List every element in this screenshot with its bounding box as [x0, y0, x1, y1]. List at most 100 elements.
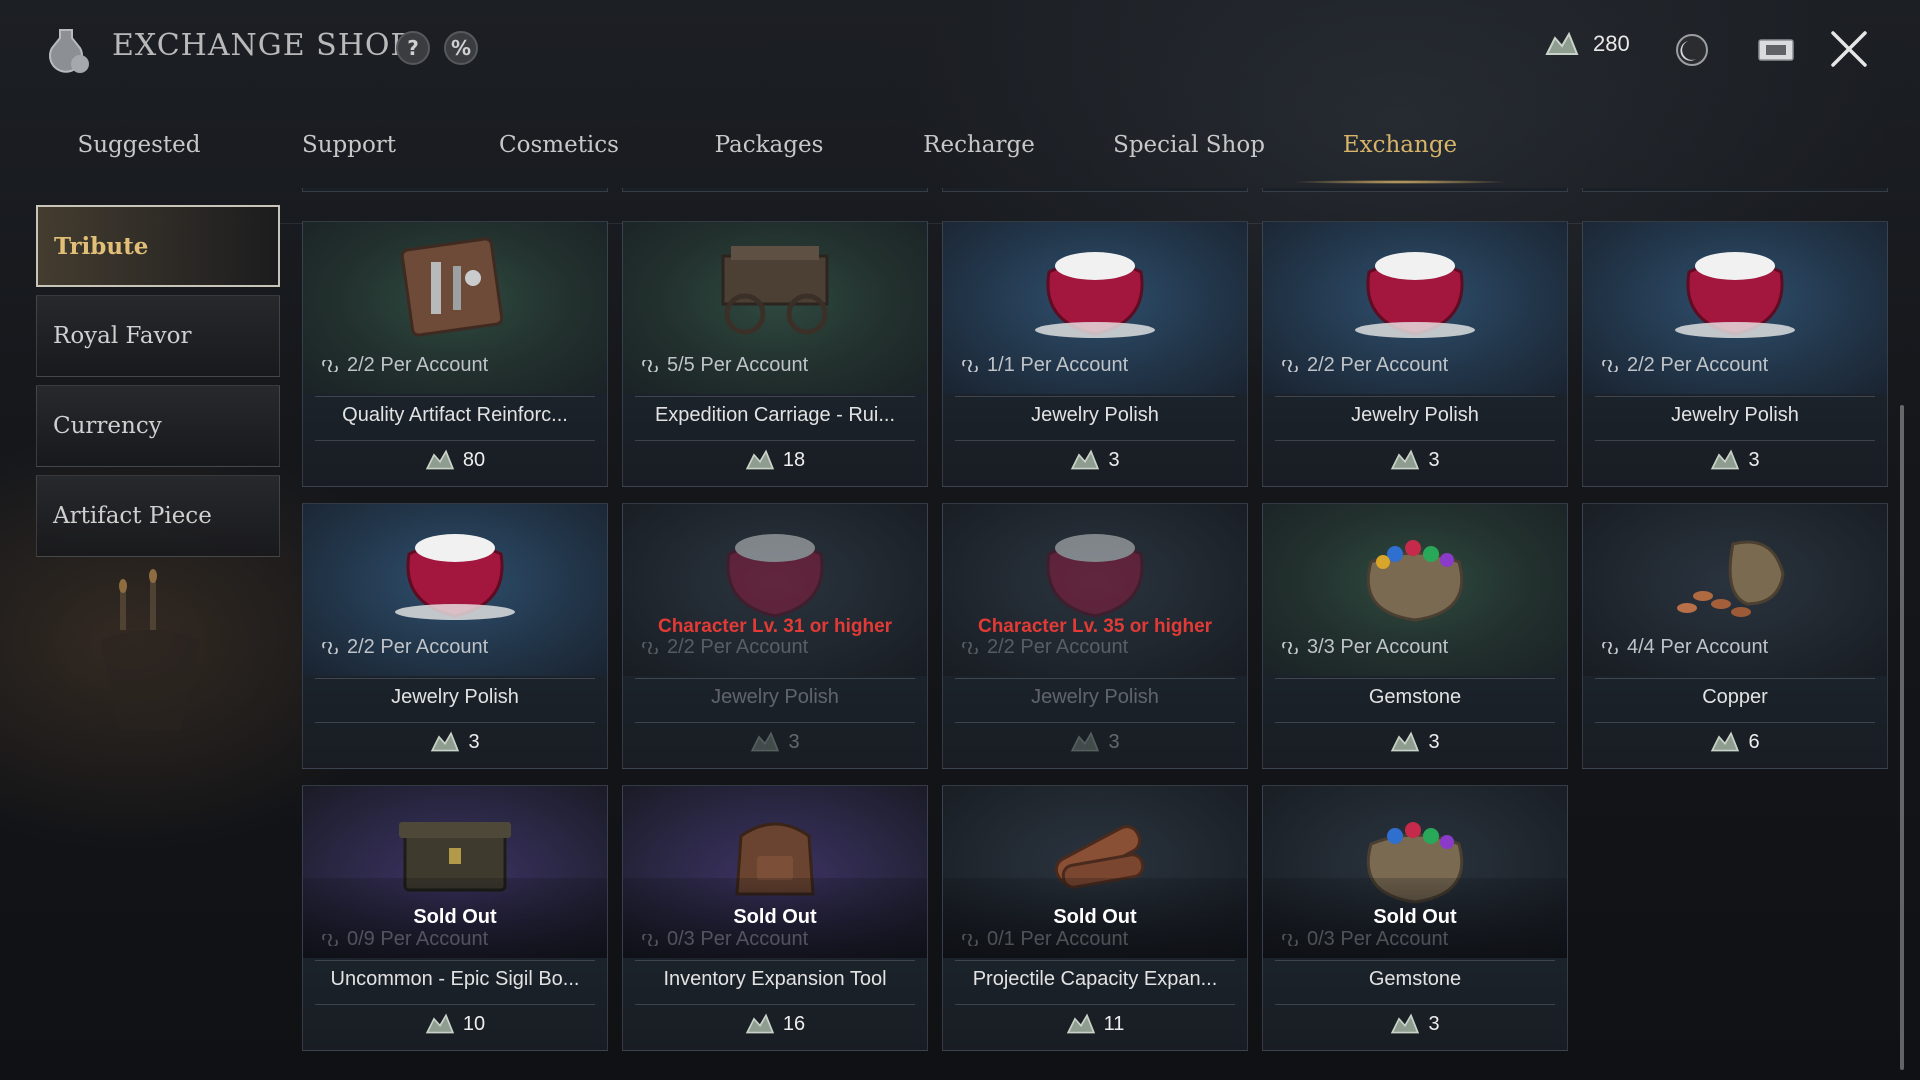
- purchase-limit: 3/3 Per Account: [1279, 636, 1448, 659]
- close-button[interactable]: [1826, 26, 1872, 72]
- sidebar-item-tribute[interactable]: Tribute: [36, 205, 280, 287]
- discount-button[interactable]: %: [444, 31, 478, 65]
- item-price: 18: [623, 448, 927, 472]
- item-name: Expedition Carriage - Rui...: [654, 404, 896, 426]
- infinity-icon: [962, 933, 978, 946]
- item-name: Jewelry Polish: [1031, 404, 1159, 426]
- item-price: 3: [943, 448, 1247, 472]
- item-name: Quality Artifact Reinforc...: [342, 404, 568, 426]
- item-name: Jewelry Polish: [1351, 404, 1479, 426]
- item-price: 3: [1263, 1012, 1567, 1036]
- tab-suggested[interactable]: Suggested: [77, 132, 200, 158]
- item-price: 3: [1583, 448, 1887, 472]
- infinity-icon: [322, 933, 338, 946]
- sidebar-item-artifact-piece[interactable]: Artifact Piece: [36, 475, 280, 557]
- tribute-coin-icon: [1066, 1013, 1095, 1034]
- item-price: 10: [303, 1012, 607, 1036]
- polish-bag-icon: [1675, 252, 1795, 338]
- quiver-icon: [1054, 825, 1145, 889]
- gem-sack-icon: [1366, 540, 1464, 622]
- tribute-coin-icon: [425, 449, 454, 470]
- shop-item-card-locked[interactable]: Character Lv. 35 or higher 2/2 Per Accou…: [942, 503, 1248, 769]
- currency-display: 280: [1545, 30, 1630, 58]
- tab-cosmetics[interactable]: Cosmetics: [499, 132, 619, 158]
- page-title: EXCHANGE SHOP: [112, 28, 412, 63]
- shop-item-card[interactable]: 2/2 Per Account Jewelry Polish 3: [302, 503, 608, 769]
- purchase-limit: 5/5 Per Account: [639, 354, 808, 377]
- shop-item-card-sold-out[interactable]: Sold Out 0/3 Per Account Gemstone 3: [1262, 785, 1568, 1051]
- shop-item-card[interactable]: 2/2 Per Account Jewelry Polish 3: [1582, 221, 1888, 487]
- shop-item-card-locked[interactable]: Character Lv. 31 or higher 2/2 Per Accou…: [622, 503, 928, 769]
- purchase-limit: 1/1 Per Account: [959, 354, 1128, 377]
- infinity-icon: [1602, 641, 1618, 654]
- item-price: 6: [1583, 730, 1887, 754]
- sold-out-label: Sold Out: [1373, 906, 1457, 928]
- tab-bar: Suggested Support Cosmetics Packages Rec…: [0, 118, 1920, 224]
- purchase-limit: 0/3 Per Account: [639, 928, 808, 951]
- previous-row-edge: [302, 188, 1894, 192]
- moon-coin-button[interactable]: [1672, 30, 1712, 70]
- level-requirement: Character Lv. 35 or higher: [977, 616, 1213, 637]
- tab-support[interactable]: Support: [302, 132, 396, 158]
- grid-scrollbar[interactable]: [1900, 405, 1904, 1070]
- polish-bag-icon: [395, 534, 515, 620]
- tab-recharge[interactable]: Recharge: [923, 132, 1035, 158]
- item-name: Copper: [1702, 686, 1768, 708]
- infinity-icon: [642, 359, 658, 372]
- shop-item-card[interactable]: 2/2 Per Account Quality Artifact Reinfor…: [302, 221, 608, 487]
- purchase-limit: 0/1 Per Account: [959, 928, 1128, 951]
- ticket-icon: [1758, 39, 1794, 61]
- item-price: 3: [623, 730, 927, 754]
- infinity-icon: [962, 359, 978, 372]
- shop-item-card-sold-out[interactable]: Sold Out 0/9 Per Account Uncommon - Epic…: [302, 785, 608, 1051]
- item-name: Inventory Expansion Tool: [663, 968, 887, 990]
- tab-special-shop[interactable]: Special Shop: [1113, 132, 1265, 158]
- active-tab-indicator: [1290, 180, 1510, 184]
- tab-packages[interactable]: Packages: [715, 132, 824, 158]
- purchase-limit: 2/2 Per Account: [319, 354, 488, 377]
- item-name: Jewelry Polish: [1671, 404, 1799, 426]
- help-button[interactable]: ?: [396, 31, 430, 65]
- item-price: 80: [303, 448, 607, 472]
- tribute-coin-icon: [1711, 449, 1740, 470]
- tribute-coin-icon: [745, 1013, 774, 1034]
- item-price: 3: [1263, 730, 1567, 754]
- infinity-icon: [1282, 359, 1298, 372]
- ticket-button[interactable]: [1756, 30, 1796, 70]
- item-name: Gemstone: [1368, 968, 1462, 990]
- purchase-limit: 0/3 Per Account: [1279, 928, 1448, 951]
- shop-item-card-sold-out[interactable]: Sold Out 0/3 Per Account Inventory Expan…: [622, 785, 928, 1051]
- tribute-coin-icon: [1071, 449, 1100, 470]
- shop-item-card-sold-out[interactable]: Sold Out 0/1 Per Account Projectile Capa…: [942, 785, 1248, 1051]
- tribute-coin-icon: [1391, 1013, 1420, 1034]
- sidebar-item-royal-favor[interactable]: Royal Favor: [36, 295, 280, 377]
- item-price: 16: [623, 1012, 927, 1036]
- shop-item-card[interactable]: 2/2 Per Account Jewelry Polish 3: [1262, 221, 1568, 487]
- sold-out-label: Sold Out: [413, 906, 497, 928]
- polish-bag-icon: [1355, 252, 1475, 338]
- infinity-icon: [642, 641, 658, 654]
- item-name: Projectile Capacity Expan...: [972, 968, 1218, 990]
- shop-item-card[interactable]: 3/3 Per Account Gemstone 3: [1262, 503, 1568, 769]
- tribute-coin-icon: [1391, 731, 1420, 752]
- artifact-kit-icon: [400, 237, 504, 337]
- item-name: Jewelry Polish: [711, 686, 839, 708]
- shop-item-card[interactable]: 5/5 Per Account Expedition Carriage - Ru…: [622, 221, 928, 487]
- purchase-limit: 4/4 Per Account: [1599, 636, 1768, 659]
- infinity-icon: [1602, 359, 1618, 372]
- currency-amount: 280: [1593, 31, 1630, 56]
- gem-sack-icon: [1366, 822, 1464, 904]
- shop-item-card[interactable]: 4/4 Per Account Copper 6: [1582, 503, 1888, 769]
- sigil-chest-icon: [399, 822, 511, 892]
- infinity-icon: [322, 359, 338, 372]
- shop-item-card[interactable]: 1/1 Per Account Jewelry Polish 3: [942, 221, 1248, 487]
- purchase-limit: 2/2 Per Account: [1599, 354, 1768, 377]
- purchase-limit: 2/2 Per Account: [959, 636, 1128, 659]
- sidebar-item-currency[interactable]: Currency: [36, 385, 280, 467]
- infinity-icon: [322, 641, 338, 654]
- tab-exchange[interactable]: Exchange: [1343, 132, 1457, 158]
- infinity-icon: [642, 933, 658, 946]
- purchase-limit: 2/2 Per Account: [319, 636, 488, 659]
- level-requirement: Character Lv. 31 or higher: [657, 616, 893, 637]
- infinity-icon: [1282, 933, 1298, 946]
